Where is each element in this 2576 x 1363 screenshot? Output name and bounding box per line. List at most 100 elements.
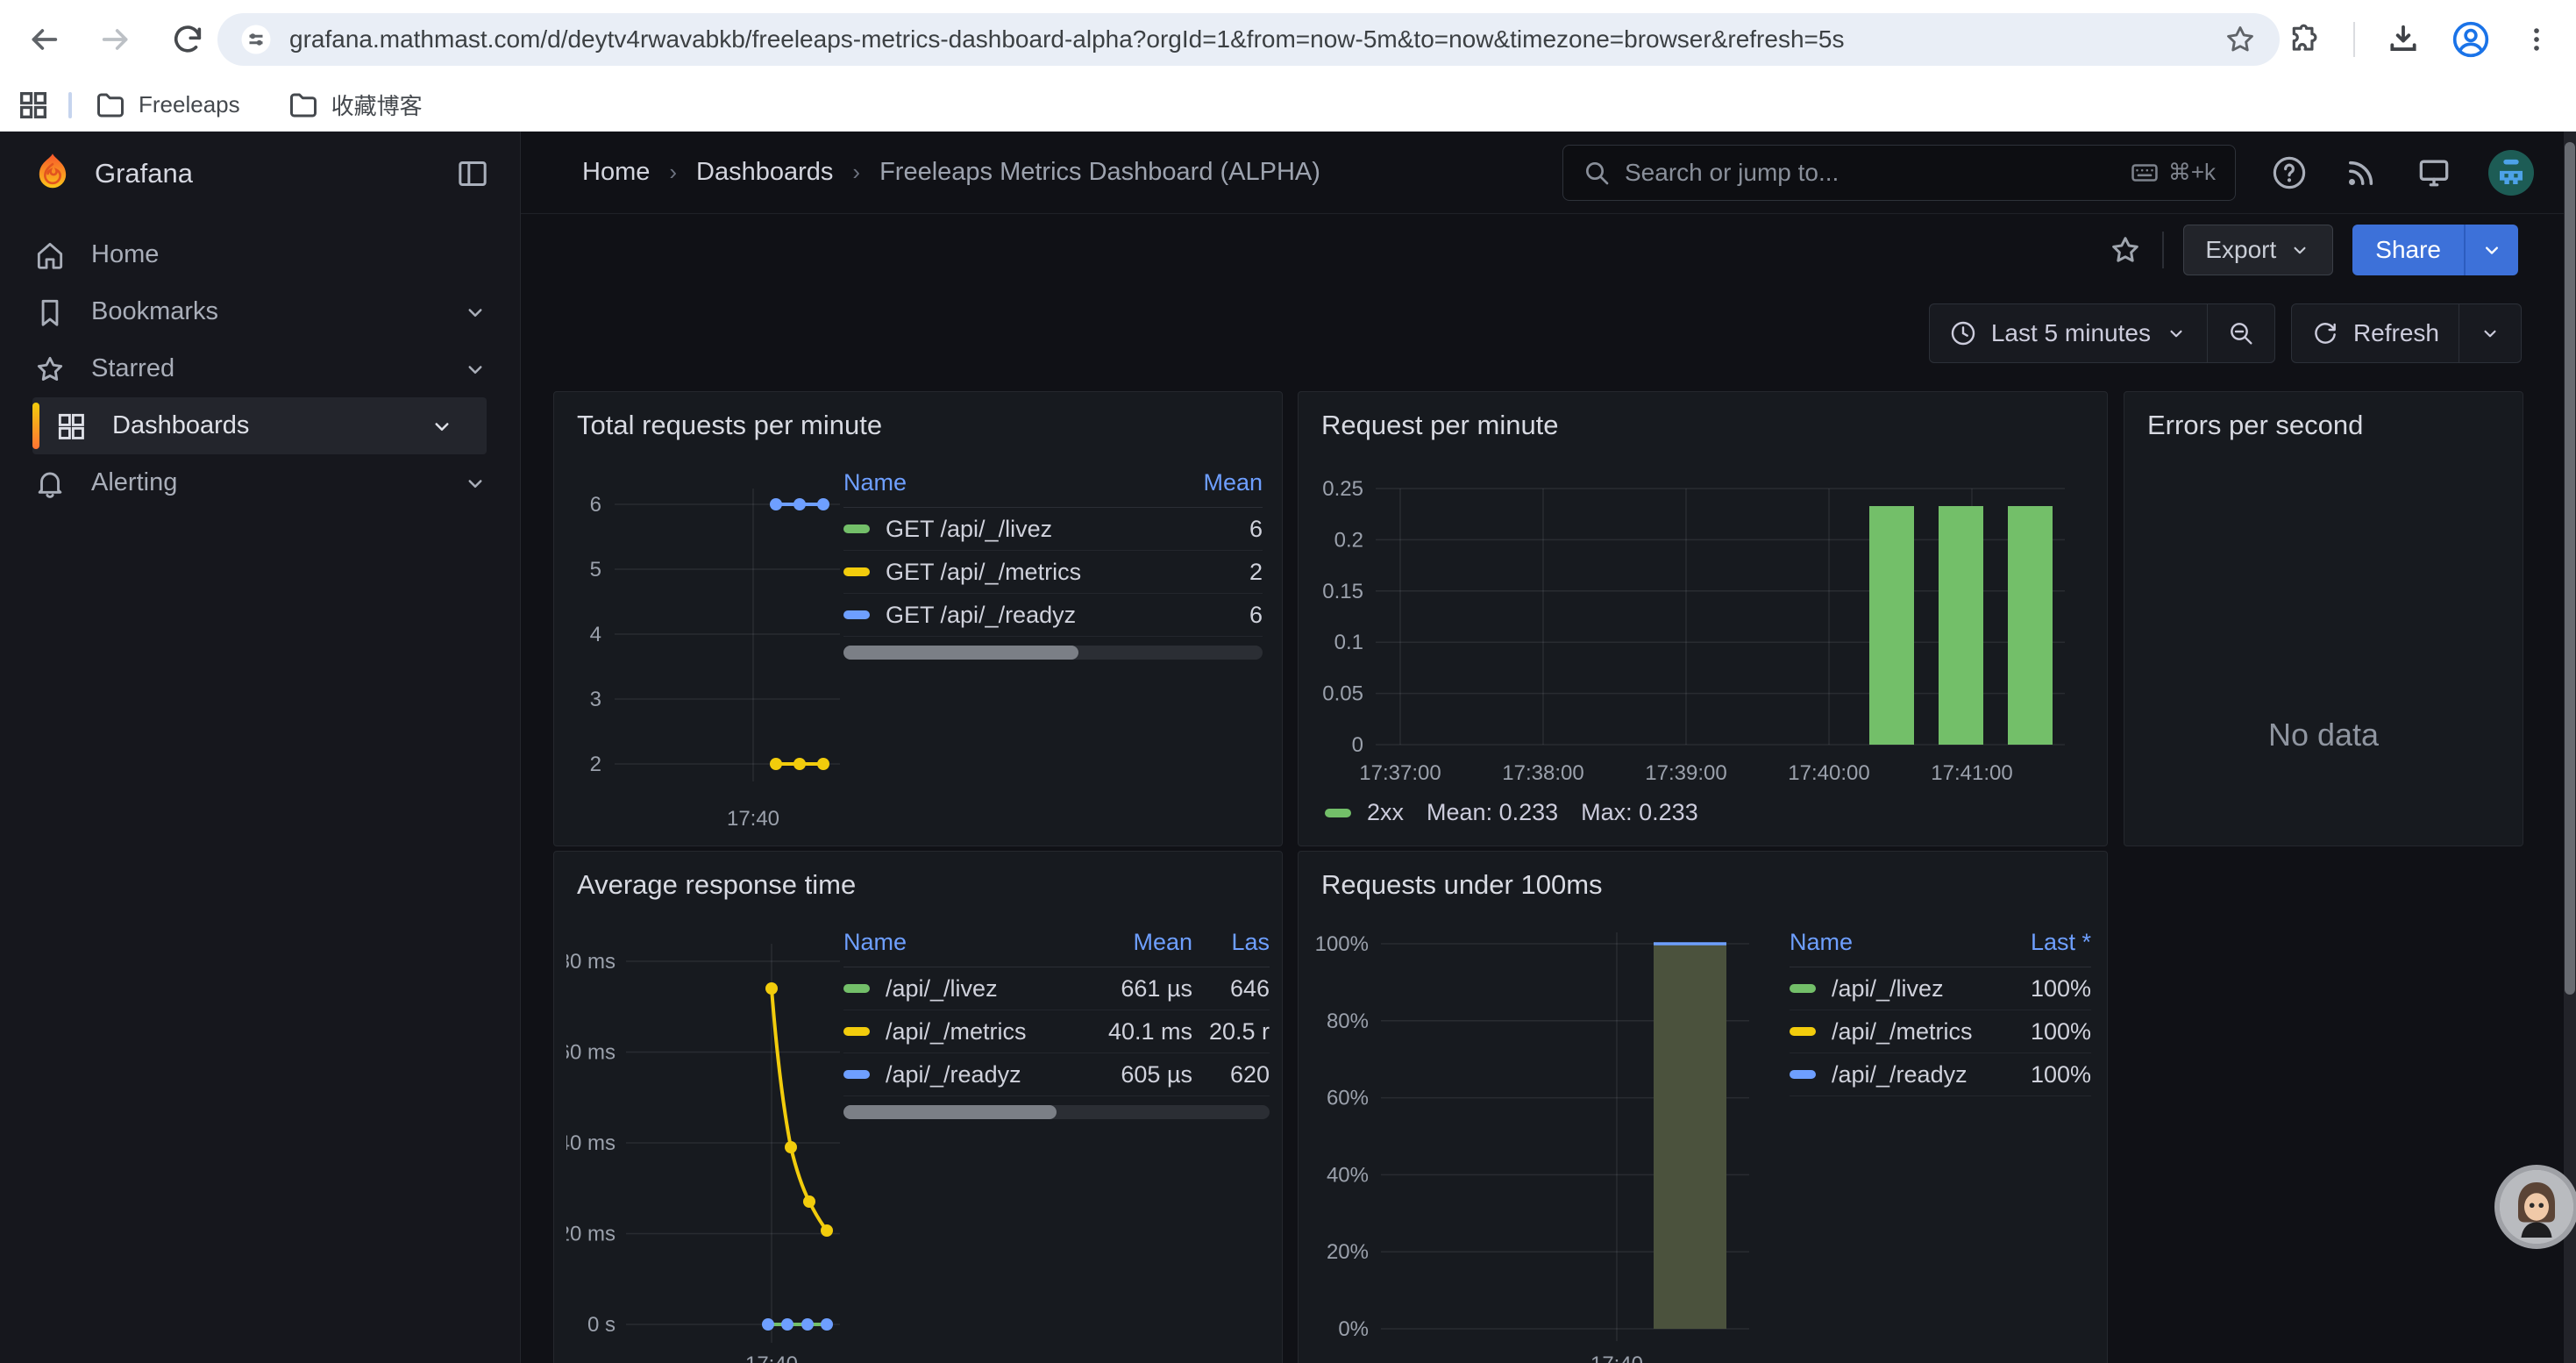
- sidebar-header: Grafana: [0, 132, 520, 216]
- export-button[interactable]: Export: [2183, 225, 2333, 275]
- legend-inline[interactable]: 2xx Mean: 0.233 Max: 0.233: [1325, 799, 1698, 826]
- chevron-down-icon[interactable]: [462, 299, 488, 325]
- share-button-group[interactable]: Share: [2352, 225, 2518, 275]
- site-info-icon[interactable]: [240, 24, 272, 55]
- legend-row[interactable]: /api/_/readyz 100%: [1790, 1053, 2091, 1096]
- refresh-interval-dropdown[interactable]: [2459, 304, 2521, 362]
- reload-button[interactable]: [160, 11, 216, 68]
- sidebar-item-home[interactable]: Home: [0, 226, 520, 283]
- help-icon[interactable]: [2271, 154, 2308, 191]
- user-avatar[interactable]: [2488, 150, 2534, 196]
- sidebar: Grafana Home Bookmarks Starred Dashboard…: [0, 132, 521, 1363]
- breadcrumb-separator: ›: [669, 159, 677, 186]
- search-input[interactable]: Search or jump to... ⌘+k: [1562, 145, 2236, 201]
- zoom-out-button[interactable]: [2207, 304, 2274, 362]
- breadcrumb-home[interactable]: Home: [582, 158, 650, 187]
- series-color-chip: [1790, 1027, 1816, 1036]
- timeseries-chart[interactable]: 80 ms 60 ms 40 ms 20 ms 0 s 17:40: [566, 922, 847, 1363]
- sidebar-item-dashboards[interactable]: Dashboards: [32, 397, 487, 454]
- forward-button[interactable]: [88, 11, 144, 68]
- breadcrumb-current: Freeleaps Metrics Dashboard (ALPHA): [879, 158, 1320, 187]
- series-color-chip: [1325, 809, 1351, 817]
- panel-title[interactable]: Average response time: [554, 852, 1282, 901]
- legend-scrollbar[interactable]: [843, 1105, 1270, 1119]
- zoom-out-icon: [2227, 319, 2255, 347]
- forward-icon: [98, 22, 133, 57]
- bookmark-star-icon[interactable]: [2224, 23, 2257, 56]
- bookmark-folder-freeleaps[interactable]: Freeleaps: [95, 89, 240, 121]
- refresh-icon: [2311, 319, 2339, 347]
- bar-chart[interactable]: 0.25 0.2 0.15 0.1 0.05 0 17:37:00 17:38:…: [1311, 467, 2091, 792]
- url-bar[interactable]: grafana.mathmast.com/d/deytv4rwavabkb/fr…: [217, 13, 2280, 66]
- panel-requests-under-100ms: Requests under 100ms 100% 80% 60% 40% 20…: [1298, 851, 2108, 1363]
- panel-title[interactable]: Requests under 100ms: [1299, 852, 2107, 901]
- favorite-star-icon[interactable]: [2108, 232, 2143, 268]
- legend-row[interactable]: /api/_/livez 661 µs 646: [843, 967, 1270, 1010]
- legend-table: Name Mean Las /api/_/livez 661 µs 646 /a…: [843, 929, 1270, 1119]
- actions-divider: [2162, 232, 2164, 268]
- panel-total-requests: Total requests per minute 6 5 4 3 2 17:4…: [553, 391, 1283, 846]
- series-color-chip: [1790, 984, 1816, 993]
- svg-text:80 ms: 80 ms: [566, 950, 616, 974]
- bookmark-folder-blogs[interactable]: 收藏博客: [288, 89, 423, 121]
- svg-text:17:40: 17:40: [1590, 1352, 1643, 1363]
- legend-row[interactable]: GET /api/_/readyz 6: [843, 594, 1263, 637]
- series-color-chip: [843, 1070, 870, 1079]
- svg-text:20%: 20%: [1327, 1240, 1369, 1264]
- sidebar-item-bookmarks[interactable]: Bookmarks: [0, 283, 520, 340]
- legend-row[interactable]: /api/_/metrics 100%: [1790, 1010, 2091, 1053]
- refresh-label: Refresh: [2353, 319, 2439, 347]
- kiosk-monitor-icon[interactable]: [2415, 153, 2453, 192]
- bookmark-folder-label: Freeleaps: [139, 91, 240, 118]
- grafana-logo-icon[interactable]: [30, 151, 75, 196]
- no-data-message: No data: [2124, 717, 2523, 753]
- sidebar-item-label: Bookmarks: [91, 297, 462, 326]
- legend-row[interactable]: /api/_/metrics 40.1 ms 20.5 r: [843, 1010, 1270, 1053]
- scrollbar-thumb[interactable]: [2565, 142, 2575, 995]
- svg-text:17:40: 17:40: [727, 807, 779, 831]
- svg-text:60%: 60%: [1327, 1087, 1369, 1110]
- sidebar-item-label: Starred: [91, 354, 462, 383]
- legend-row[interactable]: /api/_/livez 100%: [1790, 967, 2091, 1010]
- refresh-button[interactable]: Refresh: [2292, 304, 2459, 362]
- profile-icon[interactable]: [2451, 20, 2490, 59]
- breadcrumb-dashboards[interactable]: Dashboards: [696, 158, 833, 187]
- svg-text:0.05: 0.05: [1322, 682, 1363, 706]
- panel-errors-per-second: Errors per second No data: [2124, 391, 2523, 846]
- menu-kebab-icon[interactable]: [2522, 25, 2551, 54]
- svg-text:0%: 0%: [1338, 1317, 1369, 1341]
- chevron-down-icon[interactable]: [429, 413, 455, 439]
- svg-text:0.2: 0.2: [1334, 528, 1363, 552]
- share-button[interactable]: Share: [2352, 225, 2464, 275]
- folder-icon: [288, 89, 319, 121]
- bar-chart[interactable]: 100% 80% 60% 40% 20% 0% 17:40: [1311, 922, 1767, 1363]
- sidebar-item-alerting[interactable]: Alerting: [0, 454, 520, 511]
- series-color-chip: [843, 525, 870, 533]
- panel-title[interactable]: Total requests per minute: [554, 392, 1282, 441]
- legend-scrollbar[interactable]: [843, 646, 1263, 660]
- extensions-icon[interactable]: [2288, 23, 2322, 56]
- apps-grid-icon[interactable]: [16, 88, 51, 123]
- timeseries-chart[interactable]: 6 5 4 3 2 17:40: [566, 476, 847, 836]
- main-area: Home › Dashboards › Freeleaps Metrics Da…: [521, 132, 2576, 1363]
- panel-title[interactable]: Errors per second: [2124, 392, 2523, 441]
- legend-row[interactable]: GET /api/_/metrics 2: [843, 551, 1263, 594]
- download-icon[interactable]: [2387, 23, 2420, 56]
- svg-text:17:41:00: 17:41:00: [1931, 761, 2012, 785]
- chevron-down-icon[interactable]: [462, 356, 488, 382]
- time-range-picker[interactable]: Last 5 minutes: [1930, 304, 2207, 362]
- legend-table: Name Last * /api/_/livez 100% /api/_/met…: [1790, 929, 2091, 1096]
- sidebar-item-starred[interactable]: Starred: [0, 340, 520, 397]
- series-max: Max: 0.233: [1581, 799, 1698, 826]
- panel-title[interactable]: Request per minute: [1299, 392, 2107, 441]
- share-dropdown-button[interactable]: [2464, 225, 2518, 275]
- news-rss-icon[interactable]: [2343, 154, 2380, 191]
- assistant-avatar[interactable]: [2494, 1165, 2576, 1249]
- top-nav: Home › Dashboards › Freeleaps Metrics Da…: [521, 132, 2576, 214]
- legend-row[interactable]: GET /api/_/livez 6: [843, 508, 1263, 551]
- chevron-down-icon[interactable]: [462, 470, 488, 496]
- legend-header: Name Mean: [843, 469, 1263, 508]
- collapse-sidebar-icon[interactable]: [455, 156, 490, 191]
- legend-row[interactable]: /api/_/readyz 605 µs 620: [843, 1053, 1270, 1096]
- back-button[interactable]: [16, 11, 72, 68]
